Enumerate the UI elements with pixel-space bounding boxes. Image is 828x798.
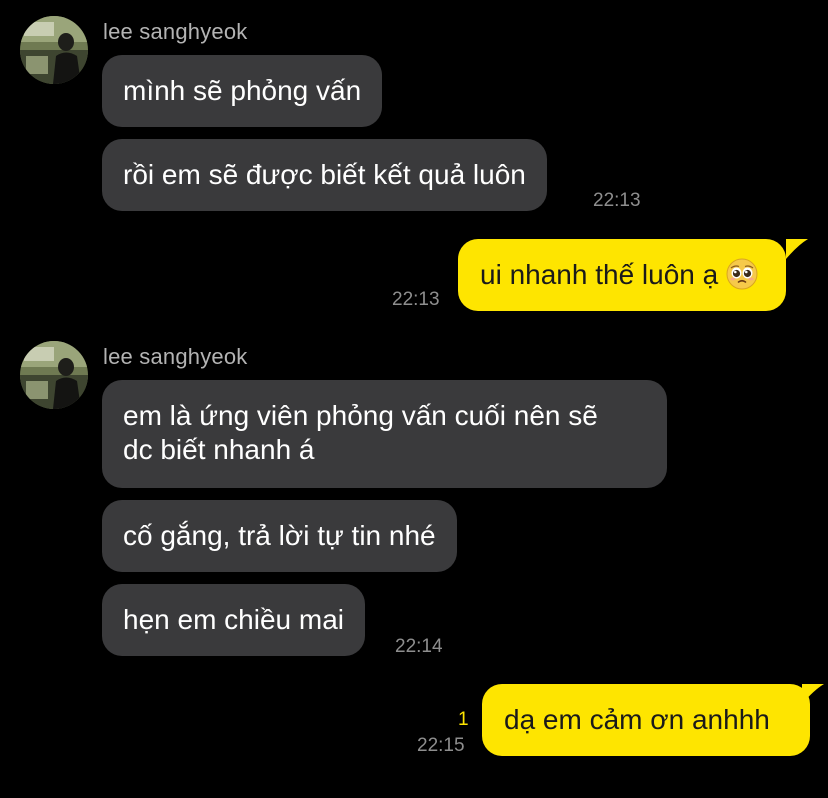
message-text-line: em là ứng viên phỏng vấn cuối nên sẽ: [123, 400, 598, 431]
message-timestamp: 22:13: [593, 190, 641, 211]
message-timestamp: 22:14: [395, 636, 443, 657]
message-bubble-outgoing[interactable]: ui nhanh thế luôn ạ: [458, 239, 786, 311]
message-bubble[interactable]: cố gắng, trả lời tự tin nhé: [102, 500, 457, 572]
message-bubble[interactable]: rồi em sẽ được biết kết quả luôn: [102, 139, 547, 211]
message-bubble-outgoing[interactable]: dạ em cảm ơn anhhh: [482, 684, 810, 756]
message-text: cố gắng, trả lời tự tin nhé: [123, 520, 436, 551]
message-text: mình sẽ phỏng vấn: [123, 75, 362, 106]
message-text-line: dc biết nhanh á: [123, 434, 315, 465]
bubble-tail: [802, 684, 828, 704]
message-bubble[interactable]: hẹn em chiều mai: [102, 584, 366, 656]
avatar[interactable]: [20, 341, 88, 409]
message-text: rồi em sẽ được biết kết quả luôn: [123, 159, 526, 190]
pleading-face-emoji-icon: [726, 258, 758, 290]
chat-thread: lee sanghyeok mình sẽ phỏng vấn rồi em s…: [0, 0, 828, 798]
sender-name: lee sanghyeok: [103, 19, 248, 44]
message-bubble[interactable]: mình sẽ phỏng vấn: [102, 55, 383, 127]
message-timestamp: 22:13: [392, 289, 440, 310]
sender-name: lee sanghyeok: [103, 344, 248, 369]
bubble-tail: [786, 239, 812, 259]
message-timestamp: 22:15: [417, 735, 465, 756]
message-text: ui nhanh thế luôn ạ: [480, 259, 719, 290]
message-text: dạ em cảm ơn anhhh: [504, 704, 770, 735]
message-text: hẹn em chiều mai: [123, 604, 345, 635]
avatar[interactable]: [20, 16, 88, 84]
message-bubble[interactable]: em là ứng viên phỏng vấn cuối nên sẽ dc …: [102, 380, 667, 488]
unread-count: 1: [458, 709, 469, 730]
